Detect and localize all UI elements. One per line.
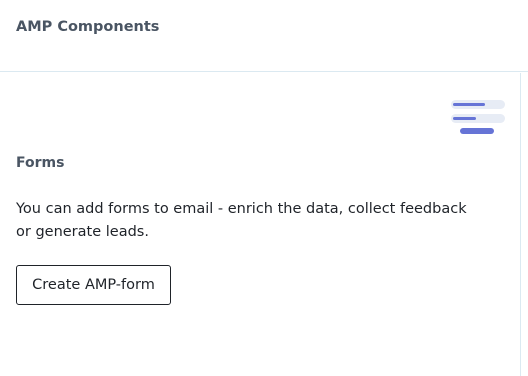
create-amp-form-button[interactable]: Create AMP-form	[16, 265, 171, 305]
section-description: You can add forms to email - enrich the …	[16, 201, 467, 240]
form-lines-icon	[450, 99, 505, 137]
page-header: AMP Components	[0, 0, 528, 72]
page-title: AMP Components	[16, 19, 160, 35]
forms-card: Forms You can add forms to email - enric…	[0, 73, 521, 376]
section-title: Forms	[16, 155, 65, 171]
